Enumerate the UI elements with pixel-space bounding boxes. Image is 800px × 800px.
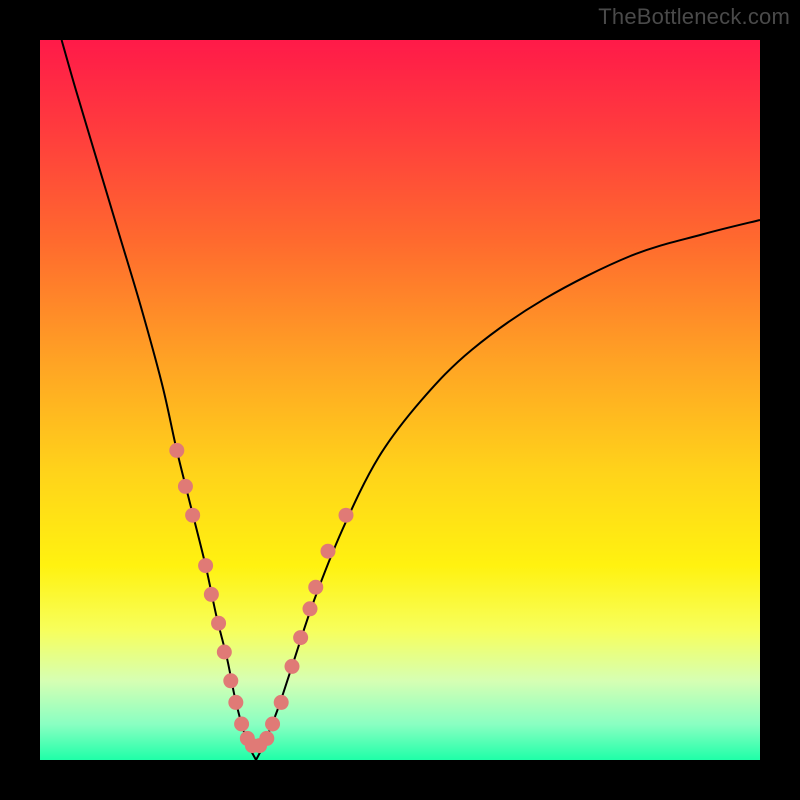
highlight-dots-group bbox=[169, 443, 353, 753]
highlight-dot bbox=[285, 659, 300, 674]
highlight-dot bbox=[265, 717, 280, 732]
watermark-text: TheBottleneck.com bbox=[598, 4, 790, 30]
highlight-dot bbox=[228, 695, 243, 710]
highlight-dot bbox=[198, 558, 213, 573]
chart-svg bbox=[40, 40, 760, 760]
highlight-dot bbox=[274, 695, 289, 710]
highlight-dot bbox=[178, 479, 193, 494]
highlight-dot bbox=[308, 580, 323, 595]
highlight-dot bbox=[185, 508, 200, 523]
right-curve bbox=[256, 220, 760, 760]
highlight-dot bbox=[211, 616, 226, 631]
highlight-dot bbox=[169, 443, 184, 458]
highlight-dot bbox=[217, 645, 232, 660]
highlight-dot bbox=[259, 731, 274, 746]
highlight-dot bbox=[223, 673, 238, 688]
highlight-dot bbox=[234, 717, 249, 732]
highlight-dot bbox=[339, 508, 354, 523]
highlight-dot bbox=[321, 544, 336, 559]
highlight-dot bbox=[293, 630, 308, 645]
highlight-dot bbox=[204, 587, 219, 602]
chart-frame: TheBottleneck.com bbox=[0, 0, 800, 800]
highlight-dot bbox=[303, 601, 318, 616]
